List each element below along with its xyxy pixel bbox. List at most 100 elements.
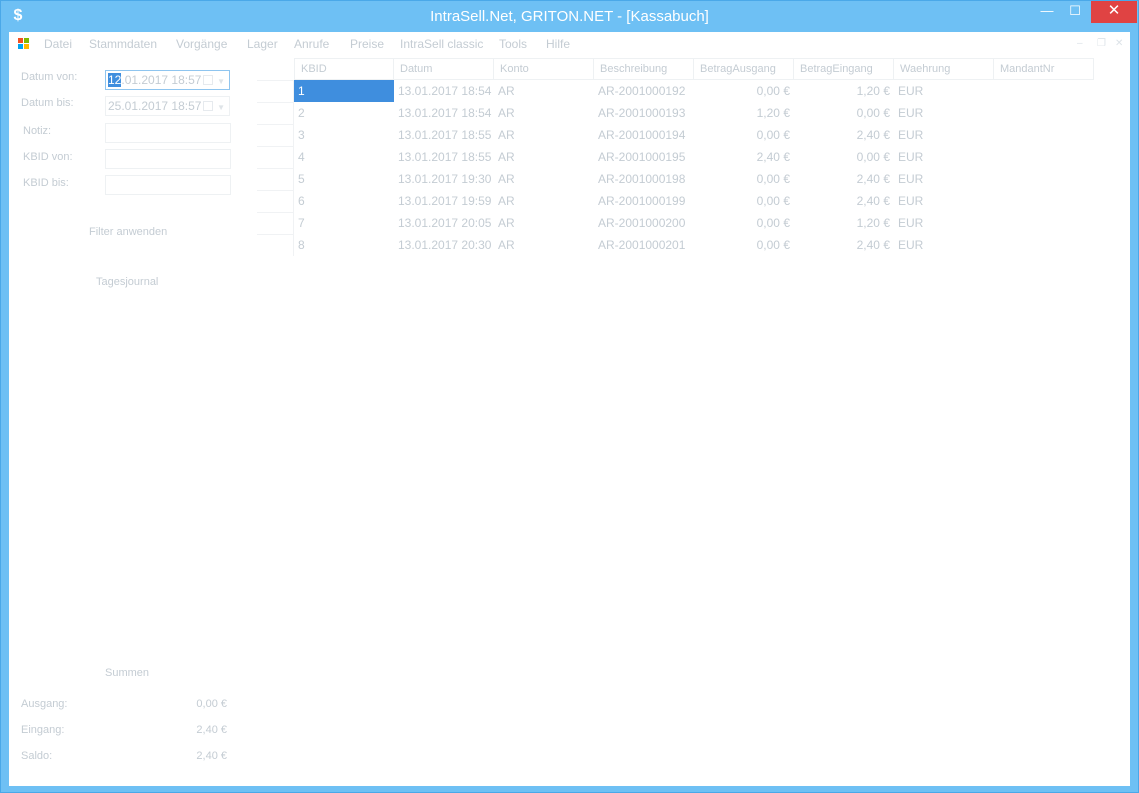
- grid-cell[interactable]: EUR: [894, 102, 994, 124]
- column-header-konto[interactable]: Konto: [494, 58, 594, 80]
- grid-cell[interactable]: 13.01.2017 20:30: [394, 234, 494, 256]
- kbid-bis-input[interactable]: [105, 175, 231, 195]
- grid-cell[interactable]: 2,40 €: [794, 168, 894, 190]
- grid-cell[interactable]: 1: [294, 80, 394, 102]
- datum-bis-picker[interactable]: 25.01.2017 18:57 ▼: [105, 96, 230, 116]
- grid-cell[interactable]: 13.01.2017 18:55: [394, 146, 494, 168]
- grid-cell[interactable]: 13.01.2017 18:54: [394, 80, 494, 102]
- grid-cell[interactable]: 6: [294, 190, 394, 212]
- grid-cell[interactable]: EUR: [894, 212, 994, 234]
- grid-cell[interactable]: 0,00 €: [794, 146, 894, 168]
- notiz-input[interactable]: [105, 123, 231, 143]
- grid-cell[interactable]: 4: [294, 146, 394, 168]
- menu-anrufe[interactable]: Anrufe: [294, 37, 329, 51]
- grid-cell[interactable]: [994, 80, 1094, 102]
- maximize-button[interactable]: ☐: [1061, 1, 1089, 23]
- grid-cell[interactable]: EUR: [894, 168, 994, 190]
- grid-cell[interactable]: 0,00 €: [694, 212, 794, 234]
- grid-cell[interactable]: AR-2001000200: [594, 212, 694, 234]
- mdi-close-button[interactable]: ✕: [1115, 38, 1123, 49]
- grid-cell[interactable]: EUR: [894, 80, 994, 102]
- grid-cell[interactable]: [994, 146, 1094, 168]
- grid-cell[interactable]: AR-2001000199: [594, 190, 694, 212]
- grid-cell[interactable]: 1,20 €: [794, 212, 894, 234]
- grid-cell[interactable]: 0,00 €: [694, 190, 794, 212]
- grid-cell[interactable]: AR: [494, 212, 594, 234]
- tagesjournal-button[interactable]: Tagesjournal: [96, 276, 158, 288]
- grid-cell[interactable]: 2: [294, 102, 394, 124]
- calendar-icon[interactable]: [203, 101, 213, 111]
- grid-cell[interactable]: EUR: [894, 124, 994, 146]
- menu-vorgaenge[interactable]: Vorgänge: [176, 37, 227, 51]
- grid-cell[interactable]: EUR: [894, 234, 994, 256]
- grid-cell[interactable]: 13.01.2017 19:30: [394, 168, 494, 190]
- grid-cell[interactable]: [994, 168, 1094, 190]
- mdi-restore-button[interactable]: ❐: [1097, 38, 1106, 49]
- grid-cell[interactable]: [994, 124, 1094, 146]
- column-header-datum[interactable]: Datum: [394, 58, 494, 80]
- column-header-beschreibung[interactable]: Beschreibung: [594, 58, 694, 80]
- row-header[interactable]: [257, 212, 294, 234]
- menu-intrasell-classic[interactable]: IntraSell classic: [400, 37, 483, 51]
- datum-von-picker[interactable]: 12.01.2017 18:57 ▼: [105, 70, 230, 90]
- grid-cell[interactable]: 2,40 €: [794, 234, 894, 256]
- grid-cell[interactable]: 2,40 €: [794, 190, 894, 212]
- grid-cell[interactable]: EUR: [894, 190, 994, 212]
- grid-cell[interactable]: AR: [494, 146, 594, 168]
- row-header[interactable]: [257, 168, 294, 190]
- menu-stammdaten[interactable]: Stammdaten: [89, 37, 157, 51]
- filter-anwenden-button[interactable]: Filter anwenden: [89, 226, 167, 238]
- grid-cell[interactable]: AR: [494, 234, 594, 256]
- grid-cell[interactable]: AR-2001000193: [594, 102, 694, 124]
- grid-cell[interactable]: AR: [494, 102, 594, 124]
- menu-lager[interactable]: Lager: [247, 37, 278, 51]
- grid-cell[interactable]: [994, 234, 1094, 256]
- column-header-waehrung[interactable]: Waehrung: [894, 58, 994, 80]
- title-bar[interactable]: $ IntraSell.Net, GRITON.NET - [Kassabuch…: [1, 1, 1138, 32]
- grid-cell[interactable]: AR-2001000194: [594, 124, 694, 146]
- windows-logo-icon[interactable]: [18, 38, 30, 50]
- menu-hilfe[interactable]: Hilfe: [546, 37, 570, 51]
- grid-cell[interactable]: 13.01.2017 19:59: [394, 190, 494, 212]
- grid-cell[interactable]: 3: [294, 124, 394, 146]
- row-header[interactable]: [257, 124, 294, 146]
- grid-cell[interactable]: 1,20 €: [694, 102, 794, 124]
- row-header[interactable]: [257, 102, 294, 124]
- grid-cell[interactable]: AR-2001000201: [594, 234, 694, 256]
- calendar-icon[interactable]: [203, 75, 213, 85]
- grid-cell[interactable]: 13.01.2017 18:55: [394, 124, 494, 146]
- column-header-kbid[interactable]: KBID: [294, 58, 394, 80]
- menu-preise[interactable]: Preise: [350, 37, 384, 51]
- grid-cell[interactable]: 0,00 €: [694, 80, 794, 102]
- row-header[interactable]: [257, 190, 294, 212]
- grid-cell[interactable]: 0,00 €: [694, 124, 794, 146]
- grid-cell[interactable]: 13.01.2017 18:54: [394, 102, 494, 124]
- grid-cell[interactable]: EUR: [894, 146, 994, 168]
- chevron-down-icon[interactable]: ▼: [217, 73, 225, 91]
- grid-cell[interactable]: 8: [294, 234, 394, 256]
- grid-cell[interactable]: [994, 212, 1094, 234]
- grid-cell[interactable]: 0,00 €: [794, 102, 894, 124]
- row-header[interactable]: [257, 234, 294, 256]
- grid-cell[interactable]: 13.01.2017 20:05: [394, 212, 494, 234]
- grid-cell[interactable]: AR: [494, 168, 594, 190]
- kbid-von-input[interactable]: [105, 149, 231, 169]
- grid-cell[interactable]: AR-2001000192: [594, 80, 694, 102]
- grid-cell[interactable]: AR: [494, 124, 594, 146]
- grid-cell[interactable]: 2,40 €: [794, 124, 894, 146]
- chevron-down-icon[interactable]: ▼: [217, 99, 225, 117]
- grid-cell[interactable]: 0,00 €: [694, 168, 794, 190]
- grid-cell[interactable]: AR-2001000195: [594, 146, 694, 168]
- column-header-betragausgang[interactable]: BetragAusgang: [694, 58, 794, 80]
- mdi-minimize-button[interactable]: –: [1077, 38, 1083, 49]
- grid-cell[interactable]: 5: [294, 168, 394, 190]
- menu-datei[interactable]: Datei: [44, 37, 72, 51]
- grid-cell[interactable]: 2,40 €: [694, 146, 794, 168]
- row-header[interactable]: [257, 80, 294, 102]
- grid-cell[interactable]: AR: [494, 190, 594, 212]
- column-header-mandantnr[interactable]: MandantNr: [994, 58, 1094, 80]
- row-header[interactable]: [257, 146, 294, 168]
- grid-cell[interactable]: [994, 190, 1094, 212]
- grid-cell[interactable]: 0,00 €: [694, 234, 794, 256]
- close-button[interactable]: ✕: [1091, 1, 1137, 23]
